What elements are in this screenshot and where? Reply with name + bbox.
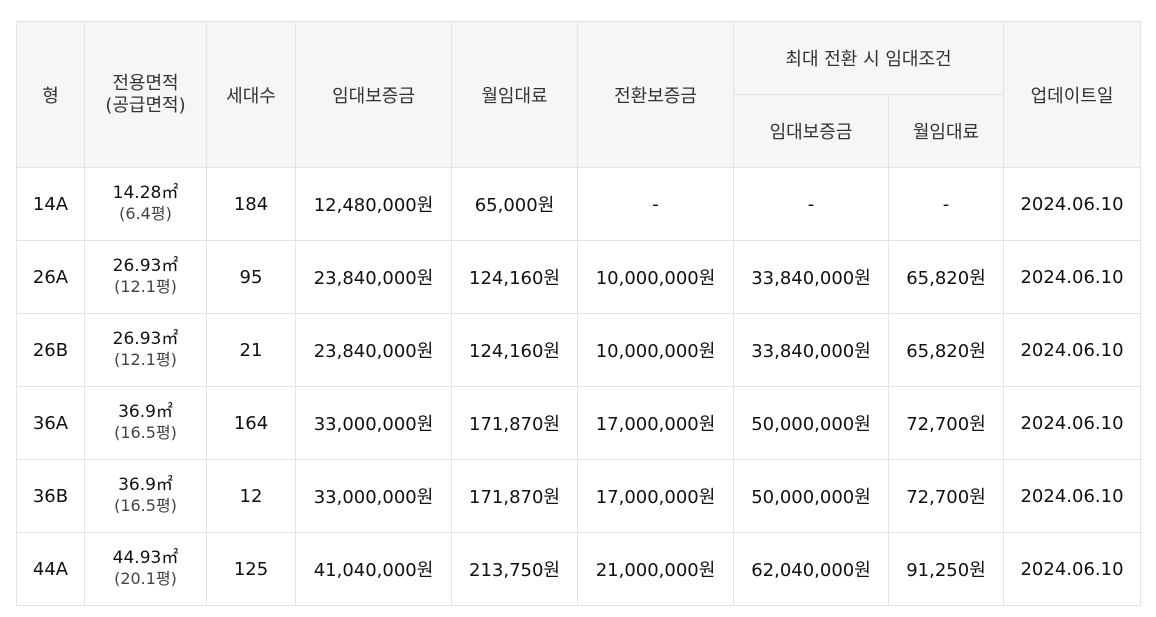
cell-max-monthly-rent: 72,700원 [888,459,1004,533]
cell-households: 95 [206,240,296,314]
cell-area-sub: (6.4평) [119,204,172,223]
table-row: 36B 36.9㎡ (16.5평) 12 33,000,000원 171,870… [16,459,1141,533]
cell-deposit: 12,480,000원 [295,167,452,241]
table-row: 26B 26.93㎡ (12.1평) 21 23,840,000원 124,16… [16,313,1141,387]
cell-conversion-deposit: 21,000,000원 [577,532,734,606]
table-body: 14A 14.28㎡ (6.4평) 184 12,480,000원 65,000… [16,167,1141,606]
cell-max-monthly-rent: 65,820원 [888,240,1004,314]
header-households: 세대수 [206,21,296,168]
cell-updated-date: 2024.06.10 [1003,240,1141,314]
header-row-1: 형 전용면적 (공급면적) 세대수 임대보증금 월임대료 전환보증금 최대 전환… [16,21,1141,168]
cell-max-deposit: 50,000,000원 [733,386,889,460]
cell-max-deposit: - [733,167,889,241]
cell-area-sub: (16.5평) [114,423,177,442]
cell-max-monthly-rent: 91,250원 [888,532,1004,606]
header-area-line1: 전용면적 [112,72,179,94]
header-area-line2: (공급면적) [105,94,186,116]
cell-max-deposit: 33,840,000원 [733,313,889,387]
table-row: 14A 14.28㎡ (6.4평) 184 12,480,000원 65,000… [16,167,1141,241]
cell-type: 14A [16,167,85,241]
cell-area-main: 26.93㎡ [112,256,179,276]
cell-area-main: 14.28㎡ [112,183,179,203]
cell-monthly-rent: 65,000원 [451,167,578,241]
cell-updated-date: 2024.06.10 [1003,459,1141,533]
cell-area: 26.93㎡ (12.1평) [84,313,207,387]
cell-area: 36.9㎡ (16.5평) [84,386,207,460]
cell-max-deposit: 50,000,000원 [733,459,889,533]
table-row: 36A 36.9㎡ (16.5평) 164 33,000,000원 171,87… [16,386,1141,460]
header-deposit: 임대보증금 [295,21,452,168]
cell-area-sub: (12.1평) [114,350,177,369]
cell-deposit: 33,000,000원 [295,459,452,533]
cell-max-deposit: 62,040,000원 [733,532,889,606]
header-monthly-rent: 월임대료 [451,21,578,168]
cell-area-main: 44.93㎡ [112,548,179,568]
cell-conversion-deposit: 10,000,000원 [577,240,734,314]
cell-households: 125 [206,532,296,606]
cell-type: 36A [16,386,85,460]
cell-area: 36.9㎡ (16.5평) [84,459,207,533]
rent-conditions-table: 형 전용면적 (공급면적) 세대수 임대보증금 월임대료 전환보증금 최대 전환… [16,21,1141,606]
cell-monthly-rent: 171,870원 [451,386,578,460]
cell-area: 14.28㎡ (6.4평) [84,167,207,241]
cell-updated-date: 2024.06.10 [1003,313,1141,387]
header-updated-date: 업데이트일 [1003,21,1141,168]
cell-deposit: 23,840,000원 [295,313,452,387]
table-header: 형 전용면적 (공급면적) 세대수 임대보증금 월임대료 전환보증금 최대 전환… [16,21,1141,168]
cell-updated-date: 2024.06.10 [1003,167,1141,241]
cell-max-monthly-rent: - [888,167,1004,241]
cell-area-main: 36.9㎡ [118,475,173,495]
header-type: 형 [16,21,85,168]
cell-area-sub: (16.5평) [114,496,177,515]
cell-conversion-deposit: 10,000,000원 [577,313,734,387]
table-row: 26A 26.93㎡ (12.1평) 95 23,840,000원 124,16… [16,240,1141,314]
table-row: 44A 44.93㎡ (20.1평) 125 41,040,000원 213,7… [16,532,1141,606]
cell-area: 44.93㎡ (20.1평) [84,532,207,606]
cell-households: 184 [206,167,296,241]
cell-updated-date: 2024.06.10 [1003,532,1141,606]
cell-area-main: 26.93㎡ [112,329,179,349]
cell-monthly-rent: 124,160원 [451,240,578,314]
cell-type: 36B [16,459,85,533]
cell-area-main: 36.9㎡ [118,402,173,422]
header-max-monthly-rent: 월임대료 [888,94,1004,168]
cell-monthly-rent: 213,750원 [451,532,578,606]
cell-area: 26.93㎡ (12.1평) [84,240,207,314]
cell-updated-date: 2024.06.10 [1003,386,1141,460]
cell-area-sub: (12.1평) [114,277,177,296]
cell-monthly-rent: 171,870원 [451,459,578,533]
rent-conditions-table-container: 형 전용면적 (공급면적) 세대수 임대보증금 월임대료 전환보증금 최대 전환… [16,21,1141,606]
cell-type: 26B [16,313,85,387]
cell-conversion-deposit: - [577,167,734,241]
cell-deposit: 33,000,000원 [295,386,452,460]
cell-deposit: 41,040,000원 [295,532,452,606]
cell-monthly-rent: 124,160원 [451,313,578,387]
cell-conversion-deposit: 17,000,000원 [577,386,734,460]
cell-type: 26A [16,240,85,314]
header-max-deposit: 임대보증금 [733,94,889,168]
cell-type: 44A [16,532,85,606]
header-conversion-deposit: 전환보증금 [577,21,734,168]
cell-households: 164 [206,386,296,460]
header-area: 전용면적 (공급면적) [84,21,207,168]
cell-conversion-deposit: 17,000,000원 [577,459,734,533]
cell-households: 12 [206,459,296,533]
header-max-conversion-group: 최대 전환 시 임대조건 [733,21,1004,95]
cell-households: 21 [206,313,296,387]
cell-deposit: 23,840,000원 [295,240,452,314]
cell-max-monthly-rent: 72,700원 [888,386,1004,460]
cell-area-sub: (20.1평) [114,569,177,588]
cell-max-deposit: 33,840,000원 [733,240,889,314]
cell-max-monthly-rent: 65,820원 [888,313,1004,387]
